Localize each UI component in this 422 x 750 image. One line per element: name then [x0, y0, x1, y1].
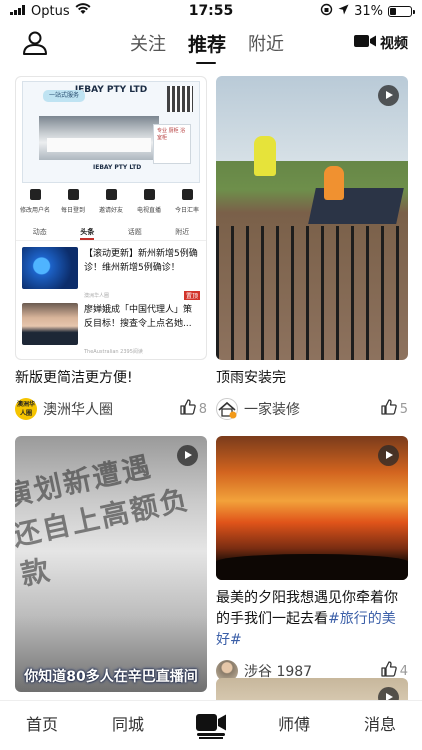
news-headline: 【滚动更新】新州新增5例确诊！维州新增5例确诊！ [84, 249, 198, 273]
play-icon[interactable] [378, 85, 399, 106]
card-title: 顶雨安装完 [216, 370, 286, 386]
ad-sign: 专业 厨柜 浴室柜 [153, 124, 191, 164]
news-tab: 话题 [127, 228, 142, 236]
status-right-group: 31% [320, 3, 415, 20]
video-label: 视频 [380, 36, 408, 52]
like-count: 4 [399, 663, 408, 679]
news-tab: 附近 [175, 228, 190, 236]
card-thumbnail[interactable]: 演划新遭遇 还自上高额负款 你知道80多人在辛巴直播间 [15, 436, 207, 692]
battery-percent: 31% [354, 4, 383, 19]
ad-banner: IEBAY PTY LTD 一站式服务 专业 厨柜 浴室柜 IEBAY PTY … [22, 81, 200, 183]
app-screenshot: IEBAY PTY LTD 一站式服务 专业 厨柜 浴室柜 IEBAY PTY … [16, 77, 206, 359]
location-icon [338, 4, 349, 19]
app-icon-row: 修改用户名 每日登到 邀请好友 电视直播 今日汇率 [16, 189, 206, 214]
tv-icon [143, 189, 155, 200]
card-thumbnail[interactable] [216, 436, 408, 580]
feed-card[interactable]: 最美的夕阳我想遇见你牵着你的手我们一起去看#旅行的美好# 涉谷 1987 4 [216, 436, 408, 683]
app-shortcut: 邀请好友 [93, 189, 129, 214]
nav-messages[interactable]: 消息 [364, 711, 396, 735]
top-nav: 关注 推荐 附近 视频 [0, 24, 422, 64]
news-pin-tag: 置顶 [183, 291, 200, 300]
portrait-image [22, 303, 78, 345]
news-tab-active: 头条 [80, 227, 95, 240]
calendar-icon [67, 189, 79, 200]
ad-footer: IEBAY PTY LTD [37, 164, 185, 180]
play-icon[interactable] [177, 445, 198, 466]
app-shortcut: 修改用户名 [17, 189, 53, 214]
profile-icon[interactable] [22, 30, 52, 60]
status-bar: Optus 17:55 31% [0, 0, 422, 22]
author-name[interactable]: 澳洲华人圈 [43, 399, 180, 419]
like-button[interactable]: 5 [381, 399, 408, 419]
video-button[interactable]: 视频 [354, 33, 408, 53]
news-source: TheAustralian 2395阅读 [84, 349, 143, 355]
news-source: 澳洲华人圈 [84, 293, 110, 299]
camera-underline [199, 737, 223, 739]
battery-icon [388, 6, 415, 17]
kitchen-image [39, 116, 159, 160]
home-indicator [197, 733, 225, 736]
news-item: 【滚动更新】新州新增5例确诊！维州新增5例确诊！ 澳洲华人圈 置顶 [22, 247, 200, 300]
virus-image [22, 247, 78, 289]
feed-card[interactable]: IEBAY PTY LTD 一站式服务 专业 厨柜 浴室柜 IEBAY PTY … [15, 76, 207, 421]
card-title: 最美的夕阳我想遇见你牵着你的手我们一起去看#旅行的美好# [216, 588, 408, 651]
thumbs-up-icon [381, 399, 397, 419]
battery-fill [390, 8, 397, 15]
like-count: 5 [399, 401, 408, 417]
tab-following[interactable]: 关注 [130, 30, 166, 57]
card-title: 新版更简洁更方便! [15, 370, 133, 386]
camera-icon[interactable] [196, 711, 226, 733]
qr-code-icon [167, 86, 193, 112]
worker-figure [254, 136, 276, 176]
bottom-nav: 首页 同城 师傅 消息 [0, 700, 422, 750]
wallet-icon [181, 189, 193, 200]
like-count: 8 [198, 401, 207, 417]
nav-local[interactable]: 同城 [112, 711, 144, 735]
avatar[interactable]: 澳洲华人圈 [15, 398, 37, 420]
avatar[interactable] [216, 398, 238, 420]
ad-slogan: 一站式服务 [43, 90, 85, 102]
feed-tabs: 关注 推荐 附近 [130, 30, 284, 57]
video-camera-icon [354, 34, 376, 52]
app-shortcut: 电视直播 [131, 189, 167, 214]
video-subtitle: 你知道80多人在辛巴直播间 [24, 669, 198, 685]
news-tab: 动态 [32, 228, 47, 236]
card-meta: 一家装修 5 [216, 397, 408, 421]
feed-card[interactable]: 顶雨安装完 一家装修 5 [216, 76, 408, 421]
fence [216, 226, 408, 360]
author-name[interactable]: 一家装修 [244, 399, 381, 419]
app-shortcut: 每日登到 [55, 189, 91, 214]
solar-panel [308, 188, 404, 224]
active-tab-indicator [196, 62, 216, 64]
horizon-silhouette [216, 554, 408, 580]
news-tabs: 动态 头条 话题 附近 [16, 227, 206, 241]
card-thumbnail[interactable] [216, 76, 408, 360]
card-meta: 澳洲华人圈 澳洲华人圈 8 [15, 397, 207, 421]
nav-master[interactable]: 师傅 [278, 711, 310, 735]
feed-card[interactable]: 演划新遭遇 还自上高额负款 你知道80多人在辛巴直播间 [15, 436, 207, 692]
tab-recommended[interactable]: 推荐 [188, 30, 226, 57]
nav-home[interactable]: 首页 [26, 711, 58, 735]
tab-nearby[interactable]: 附近 [248, 30, 284, 57]
play-icon[interactable] [378, 445, 399, 466]
thumbs-up-icon [180, 399, 196, 419]
gift-icon [105, 189, 117, 200]
worker-figure [324, 166, 344, 200]
app-shortcut: 今日汇率 [169, 189, 205, 214]
orientation-lock-icon [320, 3, 333, 20]
user-edit-icon [29, 189, 41, 200]
like-button[interactable]: 8 [180, 399, 207, 419]
ad-brand: IEBAY PTY LTD [93, 164, 142, 171]
news-headline: 廖婵娥成「中国代理人」策反目标！搜查令上点名她... [84, 305, 193, 329]
news-item: 廖婵娥成「中国代理人」策反目标！搜查令上点名她... TheAustralian… [22, 303, 200, 355]
card-thumbnail[interactable]: IEBAY PTY LTD 一站式服务 专业 厨柜 浴室柜 IEBAY PTY … [15, 76, 207, 360]
